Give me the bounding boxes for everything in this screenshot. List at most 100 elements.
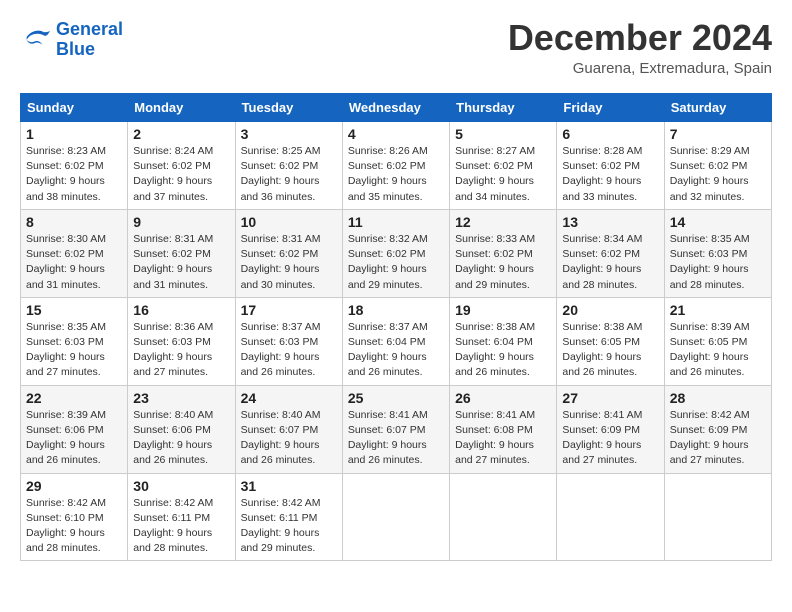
- month-title: December 2024: [508, 20, 772, 56]
- day-info: Sunrise: 8:26 AMSunset: 6:02 PMDaylight:…: [348, 144, 444, 205]
- day-cell: 12 Sunrise: 8:33 AMSunset: 6:02 PMDayligh…: [450, 209, 557, 297]
- day-cell: 13Sunrise: 8:34 AMSunset: 6:02 PMDayligh…: [557, 209, 664, 297]
- day-info: Sunrise: 8:38 AMSunset: 6:04 PMDaylight:…: [455, 320, 551, 381]
- weekday-header-sunday: Sunday: [21, 94, 128, 122]
- day-info: Sunrise: 8:37 AMSunset: 6:03 PMDaylight:…: [241, 320, 337, 381]
- day-info: Sunrise: 8:41 AMSunset: 6:08 PMDaylight:…: [455, 408, 551, 469]
- day-cell: 18 Sunrise: 8:37 AMSunset: 6:04 PMDayligh…: [342, 297, 449, 385]
- day-cell: [557, 473, 664, 561]
- weekday-header-monday: Monday: [128, 94, 235, 122]
- day-info: Sunrise: 8:24 AMSunset: 6:02 PMDaylight:…: [133, 144, 229, 205]
- day-number: 8: [26, 214, 122, 230]
- weekday-header-saturday: Saturday: [664, 94, 771, 122]
- day-number: 16: [133, 302, 229, 318]
- day-number: 28: [670, 390, 766, 406]
- day-cell: 7Sunrise: 8:29 AMSunset: 6:02 PMDaylight…: [664, 122, 771, 210]
- day-cell: 1Sunrise: 8:23 AMSunset: 6:02 PMDaylight…: [21, 122, 128, 210]
- weekday-header-row: SundayMondayTuesdayWednesdayThursdayFrid…: [21, 94, 772, 122]
- day-info: Sunrise: 8:42 AMSunset: 6:09 PMDaylight:…: [670, 408, 766, 469]
- weekday-header-friday: Friday: [557, 94, 664, 122]
- day-info: Sunrise: 8:36 AMSunset: 6:03 PMDaylight:…: [133, 320, 229, 381]
- day-cell: 3 Sunrise: 8:25 AMSunset: 6:02 PMDaylight…: [235, 122, 342, 210]
- day-cell: 30 Sunrise: 8:42 AMSunset: 6:11 PMDayligh…: [128, 473, 235, 561]
- day-number: 15: [26, 302, 122, 318]
- day-cell: 26 Sunrise: 8:41 AMSunset: 6:08 PMDayligh…: [450, 385, 557, 473]
- day-cell: 9Sunrise: 8:31 AMSunset: 6:02 PMDaylight…: [128, 209, 235, 297]
- day-number: 29: [26, 478, 122, 494]
- day-cell: 31 Sunrise: 8:42 AMSunset: 6:11 PMDayligh…: [235, 473, 342, 561]
- day-info: Sunrise: 8:40 AMSunset: 6:07 PMDaylight:…: [241, 408, 337, 469]
- day-cell: 27 Sunrise: 8:41 AMSunset: 6:09 PMDayligh…: [557, 385, 664, 473]
- week-row-3: 15 Sunrise: 8:35 AMSunset: 6:03 PMDayligh…: [21, 297, 772, 385]
- week-row-5: 29 Sunrise: 8:42 AMSunset: 6:10 PMDayligh…: [21, 473, 772, 561]
- day-number: 23: [133, 390, 229, 406]
- day-info: Sunrise: 8:39 AMSunset: 6:05 PMDaylight:…: [670, 320, 766, 381]
- day-info: Sunrise: 8:34 AMSunset: 6:02 PMDaylight:…: [562, 232, 658, 293]
- weekday-header-thursday: Thursday: [450, 94, 557, 122]
- day-info: Sunrise: 8:35 AMSunset: 6:03 PMDaylight:…: [670, 232, 766, 293]
- title-block: December 2024 Guarena, Extremadura, Spai…: [508, 20, 772, 77]
- day-number: 18: [348, 302, 444, 318]
- day-info: Sunrise: 8:40 AMSunset: 6:06 PMDaylight:…: [133, 408, 229, 469]
- day-number: 26: [455, 390, 551, 406]
- day-info: Sunrise: 8:38 AMSunset: 6:05 PMDaylight:…: [562, 320, 658, 381]
- day-info: Sunrise: 8:25 AMSunset: 6:02 PMDaylight:…: [241, 144, 337, 205]
- day-cell: 2 Sunrise: 8:24 AMSunset: 6:02 PMDaylight…: [128, 122, 235, 210]
- weekday-header-tuesday: Tuesday: [235, 94, 342, 122]
- day-info: Sunrise: 8:29 AMSunset: 6:02 PMDaylight:…: [670, 144, 766, 205]
- day-info: Sunrise: 8:33 AMSunset: 6:02 PMDaylight:…: [455, 232, 551, 293]
- day-number: 27: [562, 390, 658, 406]
- day-number: 12: [455, 214, 551, 230]
- day-info: Sunrise: 8:41 AMSunset: 6:09 PMDaylight:…: [562, 408, 658, 469]
- week-row-2: 8Sunrise: 8:30 AMSunset: 6:02 PMDaylight…: [21, 209, 772, 297]
- day-info: Sunrise: 8:41 AMSunset: 6:07 PMDaylight:…: [348, 408, 444, 469]
- logo-line2: Blue: [56, 39, 95, 59]
- day-info: Sunrise: 8:23 AMSunset: 6:02 PMDaylight:…: [26, 144, 122, 205]
- day-info: Sunrise: 8:42 AMSunset: 6:11 PMDaylight:…: [241, 496, 337, 557]
- day-cell: 4Sunrise: 8:26 AMSunset: 6:02 PMDaylight…: [342, 122, 449, 210]
- week-row-1: 1Sunrise: 8:23 AMSunset: 6:02 PMDaylight…: [21, 122, 772, 210]
- day-cell: 17 Sunrise: 8:37 AMSunset: 6:03 PMDayligh…: [235, 297, 342, 385]
- day-cell: 28 Sunrise: 8:42 AMSunset: 6:09 PMDayligh…: [664, 385, 771, 473]
- day-info: Sunrise: 8:39 AMSunset: 6:06 PMDaylight:…: [26, 408, 122, 469]
- day-cell: 14 Sunrise: 8:35 AMSunset: 6:03 PMDayligh…: [664, 209, 771, 297]
- page-header: General Blue December 2024 Guarena, Extr…: [20, 20, 772, 77]
- day-cell: 21 Sunrise: 8:39 AMSunset: 6:05 PMDayligh…: [664, 297, 771, 385]
- logo-line1: General: [56, 19, 123, 39]
- day-number: 6: [562, 126, 658, 142]
- day-cell: 19 Sunrise: 8:38 AMSunset: 6:04 PMDayligh…: [450, 297, 557, 385]
- day-cell: 24Sunrise: 8:40 AMSunset: 6:07 PMDayligh…: [235, 385, 342, 473]
- day-info: Sunrise: 8:28 AMSunset: 6:02 PMDaylight:…: [562, 144, 658, 205]
- logo-text: General Blue: [56, 20, 123, 60]
- day-cell: 15 Sunrise: 8:35 AMSunset: 6:03 PMDayligh…: [21, 297, 128, 385]
- day-number: 9: [133, 214, 229, 230]
- day-cell: 29 Sunrise: 8:42 AMSunset: 6:10 PMDayligh…: [21, 473, 128, 561]
- day-cell: 23 Sunrise: 8:40 AMSunset: 6:06 PMDayligh…: [128, 385, 235, 473]
- day-number: 2: [133, 126, 229, 142]
- day-number: 30: [133, 478, 229, 494]
- day-info: Sunrise: 8:37 AMSunset: 6:04 PMDaylight:…: [348, 320, 444, 381]
- day-number: 14: [670, 214, 766, 230]
- logo-bird-icon: [20, 26, 52, 54]
- day-cell: 10Sunrise: 8:31 AMSunset: 6:02 PMDayligh…: [235, 209, 342, 297]
- day-number: 31: [241, 478, 337, 494]
- day-cell: 8Sunrise: 8:30 AMSunset: 6:02 PMDaylight…: [21, 209, 128, 297]
- day-cell: 16 Sunrise: 8:36 AMSunset: 6:03 PMDayligh…: [128, 297, 235, 385]
- day-cell: 20Sunrise: 8:38 AMSunset: 6:05 PMDayligh…: [557, 297, 664, 385]
- day-number: 5: [455, 126, 551, 142]
- day-cell: [664, 473, 771, 561]
- day-number: 21: [670, 302, 766, 318]
- day-info: Sunrise: 8:42 AMSunset: 6:10 PMDaylight:…: [26, 496, 122, 557]
- day-info: Sunrise: 8:27 AMSunset: 6:02 PMDaylight:…: [455, 144, 551, 205]
- day-number: 11: [348, 214, 444, 230]
- day-number: 17: [241, 302, 337, 318]
- calendar-table: SundayMondayTuesdayWednesdayThursdayFrid…: [20, 93, 772, 561]
- day-cell: 11Sunrise: 8:32 AMSunset: 6:02 PMDayligh…: [342, 209, 449, 297]
- day-info: Sunrise: 8:42 AMSunset: 6:11 PMDaylight:…: [133, 496, 229, 557]
- day-cell: [450, 473, 557, 561]
- week-row-4: 22Sunrise: 8:39 AMSunset: 6:06 PMDayligh…: [21, 385, 772, 473]
- day-number: 19: [455, 302, 551, 318]
- day-cell: 5 Sunrise: 8:27 AMSunset: 6:02 PMDaylight…: [450, 122, 557, 210]
- day-number: 3: [241, 126, 337, 142]
- day-info: Sunrise: 8:35 AMSunset: 6:03 PMDaylight:…: [26, 320, 122, 381]
